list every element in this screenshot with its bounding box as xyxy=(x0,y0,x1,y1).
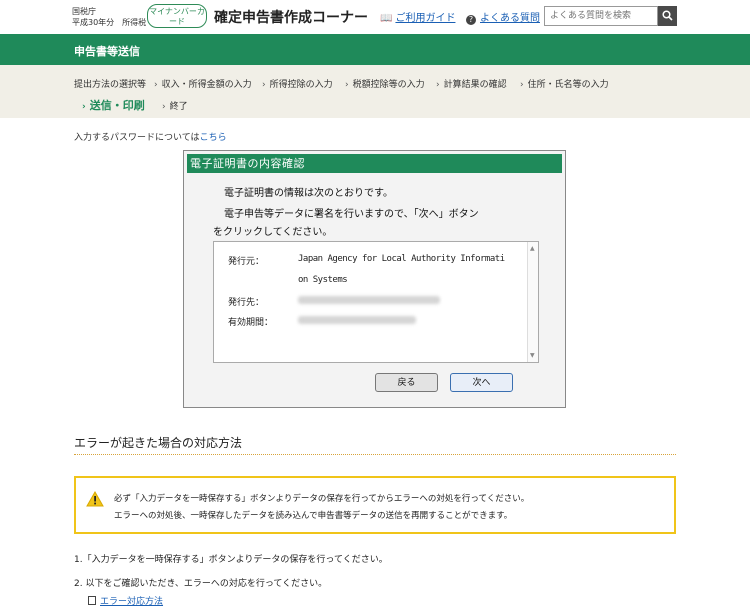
step-submission-method: 提出方法の選択等 xyxy=(74,77,146,90)
password-info-link[interactable]: こちら xyxy=(200,133,227,143)
usage-guide-link[interactable]: 📖 ご利用ガイド xyxy=(380,9,455,24)
issuer-value-continued: on Systems xyxy=(298,275,348,285)
certificate-dialog: 電子証明書の内容確認 電子証明書の情報は次のとおりです。 電子申告等データに署名… xyxy=(183,150,566,408)
search-button[interactable] xyxy=(658,6,677,26)
step-tax-credits: › 税額控除等の入力 xyxy=(345,77,425,90)
step-send-print-current: › 送信・印刷 xyxy=(82,97,145,113)
warning-line1: 必ず「入力データを一時保存する」ボタンよりデータの保存を行ってからエラーへの対処… xyxy=(114,494,530,504)
tax-year: 平成30年分 所得税 xyxy=(72,18,147,27)
step-deductions: › 所得控除の入力 xyxy=(262,77,333,90)
faq-link-label: よくある質問 xyxy=(480,13,540,24)
scroll-up-icon[interactable]: ▲ xyxy=(530,245,535,252)
section-title: 申告書等送信 xyxy=(74,45,140,58)
step-label: 提出方法の選択等 xyxy=(74,80,147,90)
app-title: 確定申告書作成コーナー xyxy=(214,10,368,26)
warning-icon xyxy=(86,491,104,507)
step-income: › 収入・所得金額の入力 xyxy=(154,77,252,90)
scroll-down-icon[interactable]: ▼ xyxy=(530,352,535,359)
search-icon xyxy=(662,10,673,21)
step-finish: › 終了 xyxy=(162,99,188,112)
issuer-label: 発行元： xyxy=(228,257,265,267)
back-button[interactable]: 戻る xyxy=(375,373,438,392)
step-label: 収入・所得金額の入力 xyxy=(161,80,252,90)
subject-value-redacted xyxy=(298,296,440,304)
password-note-text: 入力するパスワードについては xyxy=(74,133,200,143)
error-handling-link[interactable]: エラー対応方法 xyxy=(88,594,163,607)
error-section-heading: エラーが起きた場合の対応方法 xyxy=(74,436,243,450)
faq-link[interactable]: ? よくある質問 xyxy=(466,9,540,25)
error-handling-link-label: エラー対応方法 xyxy=(100,597,164,607)
step-label: 所得控除の入力 xyxy=(269,80,333,90)
dialog-message-line1: 電子証明書の情報は次のとおりです。 xyxy=(224,188,393,199)
chevron-right-icon: › xyxy=(436,80,440,90)
chevron-right-icon: › xyxy=(162,102,166,112)
subject-label: 発行先： xyxy=(228,298,265,308)
book-icon: 📖 xyxy=(380,13,393,24)
warning-line2: エラーへの対処後、一時保存したデータを読み込んで申告書等データの送信を再開するこ… xyxy=(114,511,513,521)
mynumber-card-badge: マイナンバーカード xyxy=(147,4,207,28)
chevron-right-icon: › xyxy=(154,80,158,90)
step-progress: 提出方法の選択等 › 収入・所得金額の入力 › 所得控除の入力 › 税額控除等の入力 … xyxy=(0,65,750,118)
step-label: 計算結果の確認 xyxy=(443,80,507,90)
dialog-title: 電子証明書の内容確認 xyxy=(187,154,562,173)
next-button[interactable]: 次へ xyxy=(450,373,513,392)
validity-value-redacted xyxy=(298,316,416,324)
step-calculation-result: › 計算結果の確認 xyxy=(436,77,507,90)
warning-box: 必ず「入力データを一時保存する」ボタンよりデータの保存を行ってからエラーへの対処… xyxy=(74,476,676,534)
agency-label: 国税庁 平成30年分 所得税 xyxy=(72,6,146,28)
issuer-value: Japan Agency for Local Authority Informa… xyxy=(298,254,505,264)
chevron-right-icon: › xyxy=(262,80,266,90)
step-label: 税額控除等の入力 xyxy=(352,80,425,90)
help-icon: ? xyxy=(466,15,476,25)
info-scrollbar[interactable]: ▲ ▼ xyxy=(527,242,538,362)
chevron-right-icon: › xyxy=(82,102,86,112)
step-address-name: › 住所・氏名等の入力 xyxy=(520,77,609,90)
chevron-right-icon: › xyxy=(345,80,349,90)
guide-link-label: ご利用ガイド xyxy=(395,13,456,24)
password-note: 入力するパスワードについてはこちら xyxy=(74,130,227,143)
dialog-message-line2: 電子申告等データに署名を行いますので、「次へ」ボタン xyxy=(224,209,479,220)
step-label: 送信・印刷 xyxy=(89,99,145,112)
validity-label: 有効期間： xyxy=(228,318,274,328)
certificate-info-box[interactable]: 発行元： Japan Agency for Local Authority In… xyxy=(213,241,539,363)
section-divider xyxy=(74,454,676,455)
document-icon xyxy=(88,596,96,605)
section-title-bar: 申告書等送信 xyxy=(0,34,750,65)
step-label: 住所・氏名等の入力 xyxy=(527,80,609,90)
instruction-item-1: 1.「入力データを一時保存する」ボタンよりデータの保存を行ってください。 xyxy=(74,555,388,565)
instruction-item-2: 2. 以下をご確認いただき、エラーへの対応を行ってください。 xyxy=(74,579,328,589)
agency-name: 国税庁 xyxy=(72,7,96,16)
step-label: 終了 xyxy=(169,102,188,112)
dialog-message-line3: をクリックしてください。 xyxy=(213,227,333,238)
faq-search-input[interactable] xyxy=(544,6,658,26)
chevron-right-icon: › xyxy=(520,80,524,90)
top-header: 国税庁 平成30年分 所得税 マイナンバーカード 確定申告書作成コーナー 📖 ご利… xyxy=(0,0,750,34)
